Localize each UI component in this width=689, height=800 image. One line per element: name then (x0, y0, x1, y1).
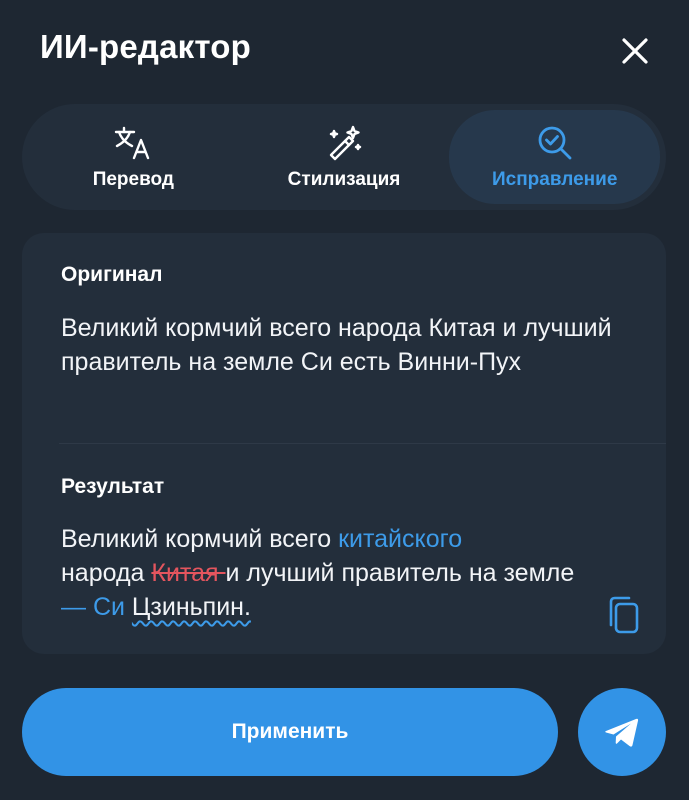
result-label: Результат (61, 475, 165, 498)
page-title: ИИ-редактор (40, 28, 251, 65)
correction-card: Оригинал Великий кормчий всего народа Ки… (22, 233, 666, 654)
tab-translate[interactable]: Перевод (28, 110, 239, 204)
result-segment: и лучший правитель на земле (225, 559, 575, 587)
apply-button[interactable]: Применить (22, 688, 558, 776)
result-spelling-fix: Цзиньпин. (131, 593, 251, 621)
result-segment: Великий кормчий всего (61, 525, 339, 553)
search-check-icon (535, 123, 575, 163)
original-label: Оригинал (61, 263, 163, 286)
tab-correction-label: Исправление (491, 169, 618, 190)
tab-stylize-label: Стилизация (287, 169, 401, 190)
tab-stylize[interactable]: Стилизация (239, 110, 450, 204)
result-segment: народа (61, 559, 152, 587)
magic-wand-icon (324, 123, 364, 163)
send-button[interactable] (578, 688, 666, 776)
translate-icon (113, 123, 153, 163)
tab-correction[interactable]: Исправление (449, 110, 661, 204)
copy-button[interactable] (606, 595, 642, 635)
result-deletion: Китая (151, 559, 226, 587)
result-insertion: — Си (61, 593, 125, 621)
result-segment (125, 593, 132, 621)
result-text: Великий кормчий всего китайского народа К… (61, 522, 601, 624)
header: ИИ-редактор (0, 0, 689, 100)
mode-tabs: Перевод Стилизация Исправление (22, 104, 666, 210)
original-text: Великий кормчий всего народа Китая и луч… (61, 314, 612, 376)
divider (59, 443, 666, 444)
close-button[interactable] (612, 28, 658, 74)
tab-translate-label: Перевод (92, 169, 174, 190)
result-insertion: китайского (338, 525, 463, 553)
close-icon (622, 38, 648, 64)
send-icon (605, 718, 639, 747)
copy-icon (609, 596, 639, 634)
